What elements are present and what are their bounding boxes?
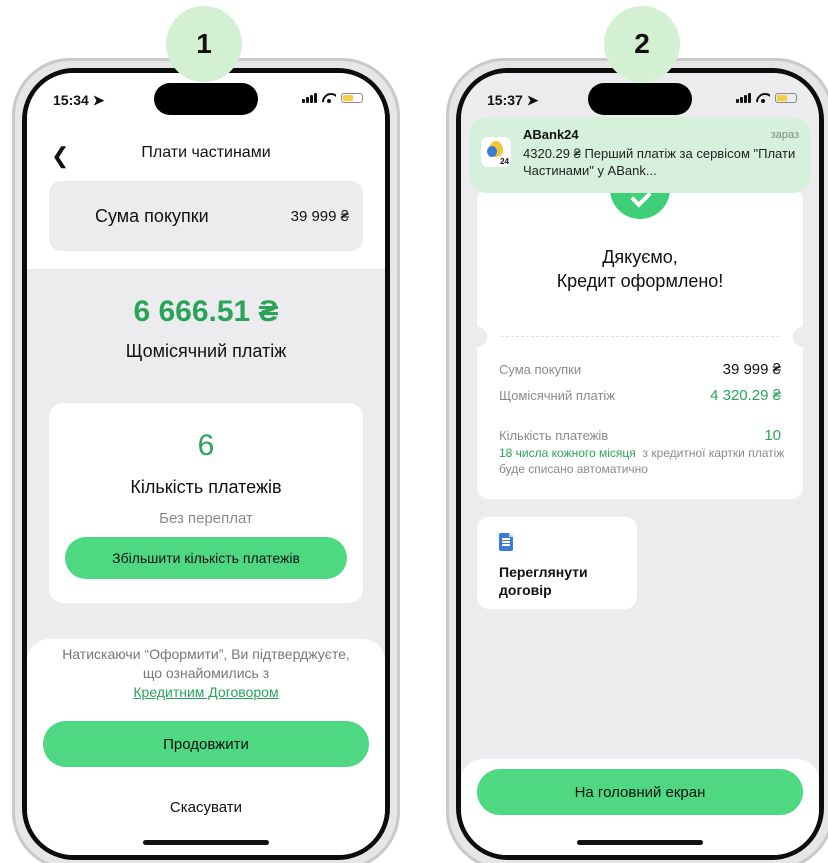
monthly-amount: 6 666.51 ₴ [133,295,279,328]
step-badge-1: 1 [166,6,242,82]
wifi-icon [756,93,770,103]
bottom-sheet: Натискаючи “Оформити”, Ви підтверджуєте,… [27,639,385,855]
notification-body: 4320.29 ₴ Перший платіж за сервісом "Пла… [523,146,796,178]
payments-label: Кількість платежів [130,477,282,497]
push-notification[interactable]: 24 ABank24 зараз 4320.29 ₴ Перший платіж… [469,117,811,193]
notification-time: зараз [770,129,799,141]
nav-bar: ❮ Плати частинами [27,141,385,168]
summary-row: Кількість платежів 10 [499,427,781,444]
dashed-divider [501,336,779,337]
status-icons [302,93,363,103]
purchase-value: 39 999 ₴ [290,207,349,225]
payment-schedule-note: 18 числа кожного місяця з кредитної карт… [499,446,785,476]
summary-row: Сума покупки 39 999 ₴ [499,361,781,378]
payments-count: 6 [197,429,215,462]
credit-agreement-link[interactable]: Кредитним Договором [133,684,278,700]
wifi-icon [322,93,336,103]
purchase-sum-card: Сума покупки 39 999 ₴ [49,181,363,251]
comparison-stage: 1 2 15:34 ➤ ❮ Плати частинами Сума покуп… [0,0,828,863]
payments-count-card: 6 Кількість платежів Без переплат Збільш… [49,403,363,603]
abank-app-icon: 24 [481,137,511,167]
success-message: Дякуємо, Кредит оформлено! [556,247,724,291]
phone-frame-2: 15:37 ➤ Дякуємо, Кредит оформлено! Сума … [446,58,828,863]
status-time: 15:34 ➤ [53,92,105,108]
increase-payments-button[interactable]: Збільшити кількість платежів [65,537,347,579]
success-screen: 15:37 ➤ Дякуємо, Кредит оформлено! Сума … [461,73,819,855]
page-title: Плати частинами [141,144,271,161]
status-icons [736,93,797,103]
phone-frame-1: 15:34 ➤ ❮ Плати частинами Сума покупки 3… [12,58,400,863]
ticket-notch-right [793,327,813,347]
status-time: 15:37 ➤ [487,92,539,108]
monthly-label: Щомісячний платіж [125,341,287,361]
purchase-label: Сума покупки [95,205,209,226]
go-home-button[interactable]: На головний екран [477,769,803,815]
ticket-zigzag-edge [477,493,803,505]
view-contract-label: Переглянути договір [499,564,588,598]
summary-row: Щомісячний платіж 4 320.29 ₴ [499,387,781,404]
cancel-button[interactable]: Скасувати [27,799,385,816]
consent-text: Натискаючи “Оформити”, Ви підтверджуєте,… [62,646,350,700]
battery-icon [341,93,363,103]
dynamic-island [588,83,692,115]
location-arrow-icon: ➤ [92,92,105,108]
notification-app-name: ABank24 [523,127,579,142]
view-contract-button[interactable]: Переглянути договір [477,517,637,609]
home-indicator [577,840,703,845]
dynamic-island [154,83,258,115]
ticket-notch-left [467,327,487,347]
location-arrow-icon: ➤ [526,92,539,108]
signal-icon [302,93,317,103]
document-icon [499,533,513,551]
check-icon [610,189,670,219]
continue-button[interactable]: Продовжити [43,721,369,767]
payments-sub: Без переплат [159,510,253,527]
signal-icon [736,93,751,103]
back-chevron-icon[interactable]: ❮ [51,143,69,169]
installment-screen: 15:34 ➤ ❮ Плати частинами Сума покупки 3… [27,73,385,855]
receipt-card: Дякуємо, Кредит оформлено! Сума покупки … [467,189,813,505]
step-badge-2: 2 [604,6,680,82]
battery-icon [775,93,797,103]
home-indicator [143,840,269,845]
